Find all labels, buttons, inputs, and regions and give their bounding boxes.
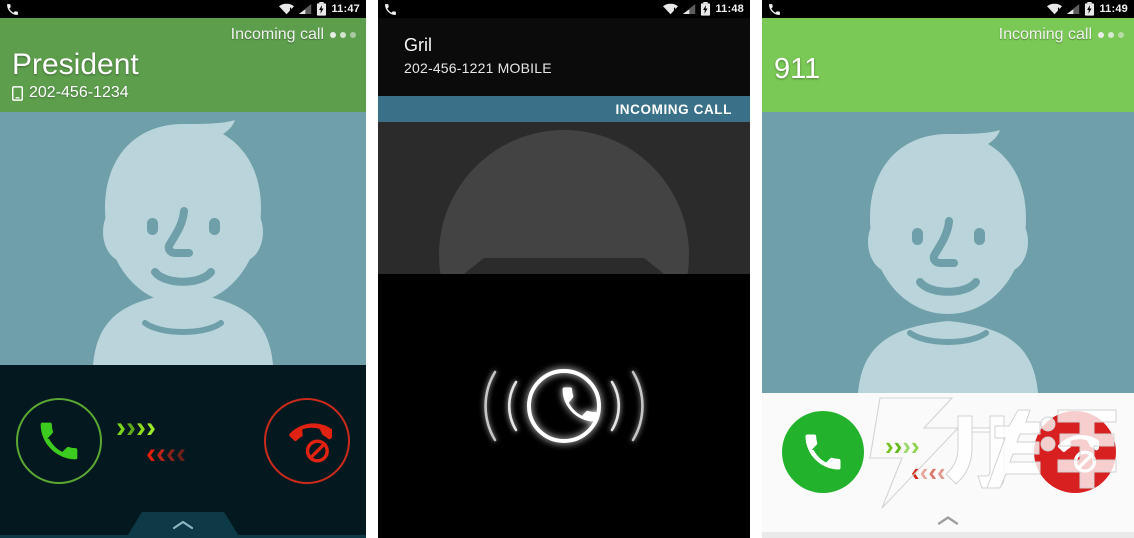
status-bar-panel-2: 11:48 xyxy=(378,0,750,18)
caller-name: President xyxy=(12,48,139,81)
incoming-call-status-row: Incoming call xyxy=(774,24,1124,46)
progress-dots-icon xyxy=(1098,32,1124,38)
person-silhouette-avatar xyxy=(858,130,1038,393)
incoming-call-label: INCOMING CALL xyxy=(615,101,732,117)
call-screen-body-panel-2 xyxy=(378,274,750,538)
incoming-call-label: Incoming call xyxy=(230,26,324,43)
decline-phone-icon xyxy=(289,423,332,463)
call-actions-panel-1: › › › › ‹ ‹ ‹ ‹ xyxy=(0,365,366,538)
caller-avatar-panel-1 xyxy=(0,112,366,365)
caller-header-panel-1: Incoming call President 202-456-1234 xyxy=(0,18,366,112)
ringing-indicator xyxy=(404,346,724,466)
answer-button[interactable] xyxy=(16,398,102,484)
panel-divider-2 xyxy=(750,0,762,538)
screenshot-stage: 11:47 Incoming call President 202-456-12… xyxy=(0,0,1134,538)
caller-name: Gril xyxy=(404,35,432,55)
progress-dots-icon xyxy=(330,32,356,38)
ringing-phone-icon xyxy=(484,369,644,443)
decline-button[interactable] xyxy=(264,398,350,484)
status-bar-panel-3: 11:49 xyxy=(762,0,1134,18)
blank-circle-avatar xyxy=(439,130,689,274)
caller-number: 202-456-1221 MOBILE xyxy=(404,60,552,76)
expand-options-handle[interactable] xyxy=(126,512,240,538)
swipe-hint-group: › › › › ‹ ‹ ‹ ‹ xyxy=(873,411,1023,501)
caller-header-panel-2: Gril 202-456-1221 MOBILE xyxy=(378,18,750,96)
cellular-signal-icon xyxy=(682,3,696,15)
wifi-alert-icon xyxy=(279,3,295,15)
caller-avatar-panel-2 xyxy=(378,122,750,274)
phone-screen-panel-2: 11:48 Gril 202-456-1221 MOBILE INCOMING … xyxy=(378,0,750,538)
phone-screen-panel-1: 11:47 Incoming call President 202-456-12… xyxy=(0,0,366,538)
cellular-signal-icon xyxy=(1066,3,1080,15)
answer-phone-icon xyxy=(40,422,78,460)
battery-charging-icon xyxy=(700,2,711,16)
status-bar-left-icons xyxy=(6,3,19,16)
caller-number: 202-456-1234 xyxy=(29,84,129,101)
decline-phone-icon xyxy=(1057,435,1099,473)
caller-header-panel-3: Incoming call 911 xyxy=(762,18,1134,112)
status-bar-clock: 11:49 xyxy=(1099,3,1128,15)
incoming-call-label: Incoming call xyxy=(998,26,1092,43)
call-actions-panel-3: › › › › ‹ ‹ ‹ ‹ xyxy=(762,393,1134,538)
chevron-up-icon xyxy=(937,516,959,525)
swipe-left-chevrons: ‹ ‹ ‹ ‹ xyxy=(146,437,186,470)
cellular-signal-icon xyxy=(298,3,312,15)
caller-number-row: 202-456-1234 xyxy=(12,84,356,102)
phone-call-icon xyxy=(768,3,781,16)
person-silhouette-avatar xyxy=(93,120,273,365)
phone-call-icon xyxy=(384,3,397,16)
phone-call-icon xyxy=(6,3,19,16)
avatar-notch xyxy=(464,258,664,274)
status-bar-panel-1: 11:47 xyxy=(0,0,366,18)
battery-charging-icon xyxy=(1084,2,1095,16)
decline-button[interactable] xyxy=(1034,411,1116,493)
expand-options-handle[interactable] xyxy=(937,515,959,526)
mobile-phone-icon xyxy=(12,85,23,101)
bottom-strip xyxy=(762,532,1134,538)
phone-screen-panel-3: 11:49 Incoming call 911 › › › › ‹ ‹ ‹ ‹ xyxy=(762,0,1134,538)
status-bar-right-icons: 11:47 xyxy=(279,2,360,16)
incoming-call-banner: INCOMING CALL xyxy=(378,96,750,122)
answer-phone-icon xyxy=(805,434,841,470)
status-bar-clock: 11:48 xyxy=(715,3,744,15)
call-action-buttons: › › › › ‹ ‹ ‹ ‹ xyxy=(0,395,366,487)
incoming-call-status-row: Incoming call xyxy=(12,24,356,46)
caller-avatar-panel-3 xyxy=(762,112,1134,393)
swipe-hint-group: › › › › ‹ ‹ ‹ ‹ xyxy=(108,395,258,485)
panel-divider-1 xyxy=(366,0,378,538)
call-action-buttons: › › › › ‹ ‹ ‹ ‹ xyxy=(762,411,1134,503)
wifi-alert-icon xyxy=(663,3,679,15)
caller-name: 911 xyxy=(774,53,821,85)
chevron-up-icon xyxy=(172,520,194,530)
status-bar-clock: 11:47 xyxy=(331,3,360,15)
answer-button[interactable] xyxy=(782,411,864,493)
swipe-left-chevrons: ‹ ‹ ‹ ‹ xyxy=(911,457,946,487)
wifi-alert-icon xyxy=(1047,3,1063,15)
battery-charging-icon xyxy=(316,2,327,16)
